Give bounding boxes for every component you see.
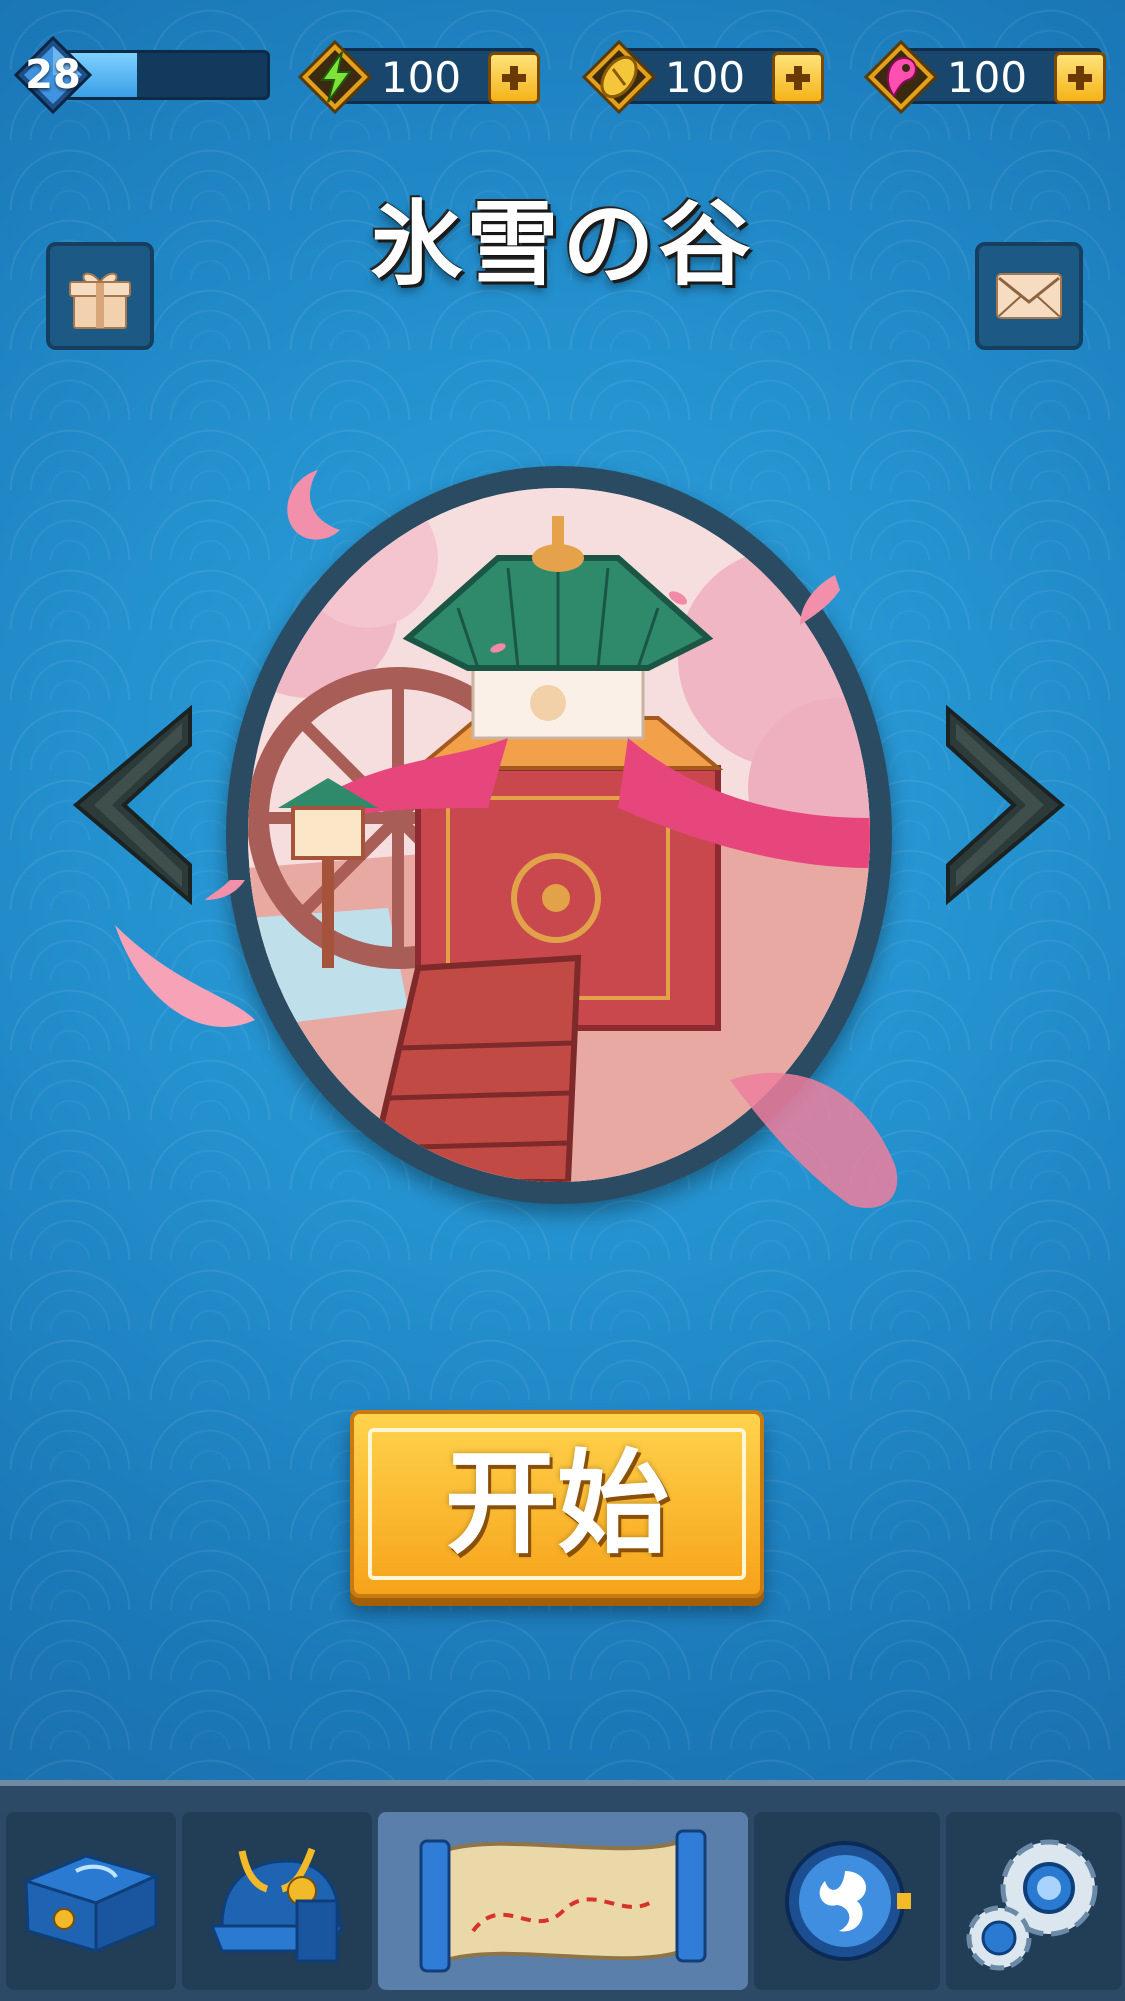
nav-samurai-helmet[interactable] (182, 1812, 372, 1990)
energy-add-button[interactable] (488, 52, 540, 104)
gift-icon (69, 272, 131, 329)
nav-settings[interactable] (946, 1812, 1122, 1990)
drum-icon (785, 1841, 911, 1961)
settings-gears-icon (966, 1839, 1098, 1971)
next-stage-arrow[interactable] (946, 704, 1066, 906)
xp-bar (64, 50, 270, 100)
nav-drum[interactable] (754, 1812, 940, 1990)
stage-title: 氷雪の谷 (370, 190, 755, 298)
magatama-icon (862, 38, 940, 116)
bottom-nav (0, 1780, 1125, 2001)
gold-coin-icon (580, 38, 658, 116)
start-button[interactable]: 开始 (350, 1410, 764, 1598)
nav-map[interactable] (378, 1812, 748, 1990)
player-level[interactable]: 28 (13, 35, 270, 118)
mail-button[interactable] (975, 242, 1083, 350)
treasure-chest-icon (21, 1854, 161, 1954)
coin-counter: 100 (580, 38, 830, 116)
nav-treasure-chest[interactable] (6, 1812, 176, 1990)
level-gem-icon: 28 (13, 35, 93, 115)
previous-stage-arrow[interactable] (72, 704, 192, 906)
lightning-icon (296, 38, 374, 116)
samurai-helmet-icon (209, 1847, 345, 1963)
level-number: 28 (25, 52, 81, 98)
gift-button[interactable] (46, 242, 154, 350)
coin-value: 100 (664, 53, 746, 102)
coin-add-button[interactable] (772, 52, 824, 104)
stage-preview-frame[interactable] (226, 466, 892, 1204)
energy-counter: 100 (296, 38, 546, 116)
map-scroll-icon (419, 1829, 707, 1973)
energy-value: 100 (380, 53, 462, 102)
magatama-value: 100 (946, 53, 1028, 102)
mail-icon (996, 273, 1062, 319)
magatama-counter: 100 (862, 38, 1112, 116)
magatama-add-button[interactable] (1054, 52, 1106, 104)
status-bar: 28 100 100 100 (0, 0, 1125, 150)
stage-preview-image (248, 488, 870, 1182)
start-button-label: 开始 (445, 1438, 669, 1569)
